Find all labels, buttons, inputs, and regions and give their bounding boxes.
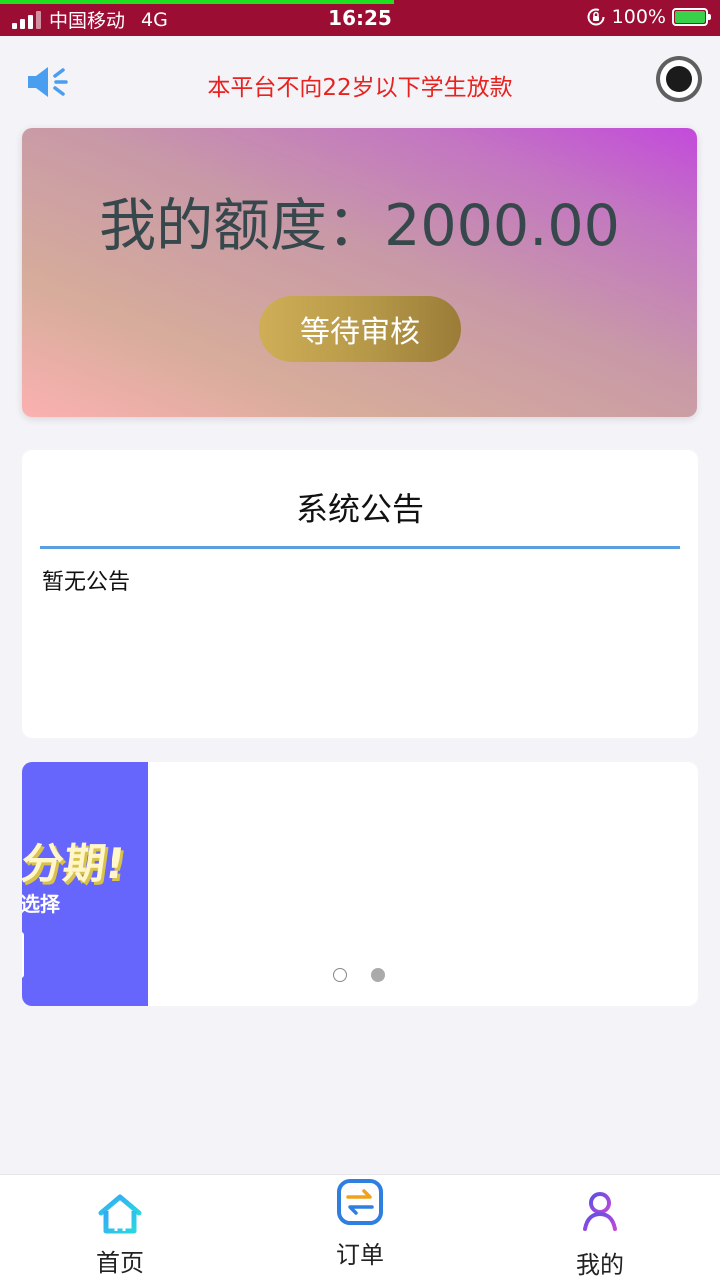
banner-decoration	[22, 932, 24, 978]
nav-item-mine[interactable]: 我的	[480, 1175, 720, 1280]
carousel-dot[interactable]	[333, 968, 347, 982]
quota-label: 我的额度：	[99, 193, 385, 259]
carousel-indicator	[333, 968, 385, 982]
status-left: 中国移动 4G	[12, 6, 168, 33]
user-icon	[583, 1192, 617, 1231]
carousel-dot-active[interactable]	[371, 968, 385, 982]
network-label: 4G	[141, 8, 168, 31]
page-load-progress	[0, 0, 394, 4]
notice-text: 本平台不向22岁以下学生放款	[207, 75, 513, 101]
nav-item-home[interactable]: 首页	[0, 1175, 240, 1280]
notice-row: 本平台不向22岁以下学生放款	[0, 50, 720, 116]
banner-headline: 分期!	[22, 839, 129, 888]
nav-item-orders[interactable]: 订单	[240, 1175, 480, 1280]
battery-icon	[672, 8, 711, 26]
banner-subline: 选择	[22, 892, 60, 916]
carrier-label: 中国移动	[49, 10, 126, 32]
status-right: 100%	[586, 6, 711, 28]
battery-percent: 100%	[611, 6, 666, 28]
announcement-divider	[40, 546, 680, 549]
nav-label-home: 首页	[96, 1249, 144, 1277]
status-bar: 中国移动 4G 16:25 100%	[0, 0, 720, 36]
signal-icon	[12, 10, 41, 29]
banner-carousel[interactable]: 分期! 选择	[22, 762, 698, 1006]
rotation-lock-icon	[587, 8, 605, 26]
record-icon	[660, 60, 698, 98]
quota-card: 我的额度：2000.00 等待审核	[22, 128, 697, 417]
announcement-title: 系统公告	[295, 490, 424, 528]
record-button[interactable]	[656, 56, 702, 102]
announcement-content: 暂无公告	[42, 570, 131, 595]
pending-review-button[interactable]: 等待审核	[259, 296, 461, 362]
bottom-nav: 首页 订单 我的	[0, 1174, 720, 1280]
nav-label-orders: 订单	[336, 1241, 384, 1269]
exchange-icon	[337, 1179, 383, 1225]
banner-slide[interactable]: 分期! 选择	[22, 762, 148, 1006]
home-icon	[98, 1194, 142, 1234]
quota-title: 我的额度：2000.00	[22, 180, 697, 262]
nav-label-mine: 我的	[576, 1251, 624, 1279]
announcement-card: 系统公告 暂无公告	[22, 450, 698, 738]
quota-amount: 2000.00	[384, 193, 620, 259]
speaker-icon[interactable]	[26, 64, 70, 100]
